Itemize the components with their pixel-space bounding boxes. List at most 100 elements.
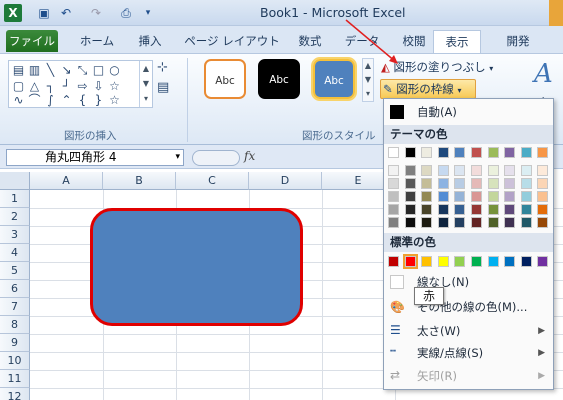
freeform-shape-icon[interactable]: ⌒ [27,93,42,108]
excel-logo-icon[interactable]: X [4,4,22,22]
theme-color-swatch[interactable] [388,178,399,189]
theme-color-swatch[interactable] [520,204,532,215]
theme-color-swatch[interactable] [520,165,532,176]
shape-style-black-fill[interactable]: Abc [258,59,300,99]
theme-color-swatch[interactable] [520,147,532,158]
row-header[interactable]: 2 [0,208,30,226]
redo-icon[interactable]: ↷ [88,5,104,21]
triangle-shape-icon[interactable]: △ [27,79,42,94]
row-header[interactable]: 4 [0,244,30,262]
textbox-icon[interactable]: ▤ [157,80,169,95]
brace-open-shape-icon[interactable]: { [75,93,90,108]
tab-formulas[interactable]: 数式 [288,30,332,52]
shape-outline-button[interactable]: ✎ 図形の枠線 ▾ [380,79,476,99]
theme-color-swatch[interactable] [504,165,516,176]
standard-color-swatch[interactable] [421,256,433,267]
theme-color-swatch[interactable] [471,165,482,176]
double-arrow-shape-icon[interactable]: ⤡ [75,63,90,78]
row-header[interactable]: 8 [0,316,30,334]
theme-color-swatch[interactable] [487,191,499,202]
row-header[interactable]: 1 [0,190,30,208]
standard-color-swatch[interactable] [520,256,532,267]
theme-color-swatch[interactable] [487,178,499,189]
theme-color-swatch[interactable] [520,178,532,189]
theme-color-swatch[interactable] [537,191,549,202]
tab-developer[interactable]: 開発 [496,30,540,52]
star-shape-icon[interactable]: ☆ [107,79,122,94]
menu-item-weight[interactable]: ☰ 太さ(W) ▶ [384,320,553,342]
theme-color-swatch[interactable] [454,165,466,176]
theme-color-swatch[interactable] [504,204,516,215]
menu-item-other-colors[interactable]: 🎨 その他の線の色(M)... [384,296,553,318]
row-header[interactable]: 5 [0,262,30,280]
theme-color-swatch[interactable] [421,147,433,158]
theme-color-swatch[interactable] [404,204,416,215]
rectangle-shape-icon[interactable]: □ [91,63,106,78]
theme-color-swatch[interactable] [421,204,433,215]
theme-color-swatch[interactable] [388,165,399,176]
theme-color-swatch[interactable] [421,191,433,202]
caret-shape-icon[interactable]: ⌃ [59,93,74,108]
theme-color-swatch[interactable] [421,217,433,228]
theme-color-swatch[interactable] [454,147,466,158]
theme-color-swatch[interactable] [520,191,532,202]
theme-color-swatch[interactable] [437,217,449,228]
standard-color-swatch[interactable] [487,256,499,267]
style-gallery-scroll[interactable]: ▲ ▼ ▾ [362,58,374,102]
row-header[interactable]: 7 [0,298,30,316]
tab-page-layout[interactable]: ページ レイアウト [182,30,282,52]
column-header-c[interactable]: C [176,172,249,190]
oval-shape-icon[interactable]: ○ [107,63,122,78]
theme-color-swatch[interactable] [404,165,416,176]
edit-shape-icon[interactable]: ⊹ [157,60,168,75]
vertical-textbox-shape-icon[interactable]: ▥ [27,63,42,78]
theme-color-swatch[interactable] [471,147,482,158]
theme-color-swatch[interactable] [437,178,449,189]
brace-close-shape-icon[interactable]: } [91,93,106,108]
theme-color-swatch[interactable] [537,165,549,176]
row-header[interactable]: 10 [0,352,30,370]
quick-access-dropdown-icon[interactable]: ▾ [140,5,156,21]
insert-function-icon[interactable]: fx [244,149,255,163]
theme-color-swatch[interactable] [437,204,449,215]
elbow-connector-shape-icon[interactable]: ┐ [43,79,58,94]
theme-color-swatch[interactable] [454,204,466,215]
theme-color-swatch[interactable] [504,178,516,189]
theme-color-swatch[interactable] [471,191,482,202]
save-icon[interactable]: ▣ [36,5,52,21]
theme-color-swatch[interactable] [487,147,499,158]
theme-color-swatch[interactable] [471,217,482,228]
standard-color-swatch[interactable] [454,256,466,267]
shape-gallery-scroll[interactable]: ▲ ▼ ▾ [139,61,152,107]
block-arrow-down-icon[interactable]: ⇩ [91,79,106,94]
row-header[interactable]: 3 [0,226,30,244]
shape-style-blue-fill[interactable]: Abc [311,57,357,101]
menu-item-no-line[interactable]: 線なし(N) [384,271,553,293]
theme-color-swatch[interactable] [388,217,399,228]
theme-color-swatch[interactable] [454,191,466,202]
tab-home[interactable]: ホーム [72,30,122,52]
theme-color-swatch[interactable] [471,204,482,215]
theme-color-swatch[interactable] [520,217,532,228]
curve-shape-icon[interactable]: ∿ [11,93,26,108]
select-all-button[interactable] [0,172,30,190]
column-header-b[interactable]: B [103,172,176,190]
standard-color-swatch-selected[interactable] [402,254,418,269]
rounded-rect-shape-icon[interactable]: ▢ [11,79,26,94]
standard-color-swatch[interactable] [388,256,399,267]
theme-color-swatch[interactable] [437,165,449,176]
name-box[interactable]: 角丸四角形 4 ▾ [6,149,184,166]
elbow-connector2-shape-icon[interactable]: ┘ [59,79,74,94]
shape-gallery[interactable]: ▤ ▥ ╲ ↘ ⤡ □ ○ ▢ △ ┐ ┘ ⇨ ⇩ ☆ ∿ ⌒ ∫ ⌃ { } … [8,60,153,108]
theme-color-swatch[interactable] [504,147,516,158]
theme-color-swatch[interactable] [537,178,549,189]
block-arrow-right-icon[interactable]: ⇨ [75,79,90,94]
tab-view[interactable]: 表示 [433,30,481,53]
tab-insert[interactable]: 挿入 [128,30,172,52]
theme-color-swatch[interactable] [487,165,499,176]
theme-color-swatch[interactable] [388,147,399,158]
column-header-d[interactable]: D [249,172,322,190]
theme-color-swatch[interactable] [537,147,549,158]
theme-color-swatch[interactable] [388,191,399,202]
scribble-shape-icon[interactable]: ∫ [43,93,58,108]
